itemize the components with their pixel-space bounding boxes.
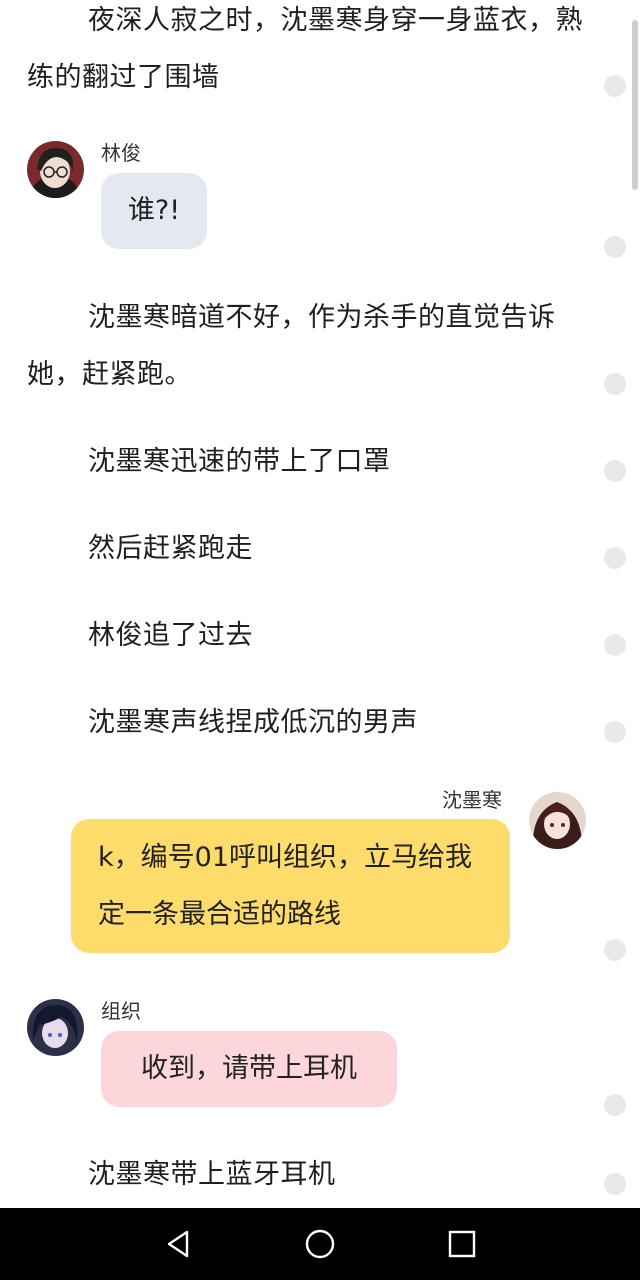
story-paragraph: 林俊追了过去 (88, 620, 253, 651)
comment-dot[interactable] (604, 1173, 626, 1195)
comment-dot[interactable] (604, 236, 626, 258)
story-paragraph: 沈墨寒暗道不好，作为杀手的直觉告诉她，赶紧跑。 (27, 302, 556, 390)
chat-bubble[interactable]: 谁?! (101, 173, 207, 249)
home-icon (305, 1229, 335, 1259)
avatar-linjun[interactable] (27, 141, 84, 198)
avatar-shenmohan[interactable] (529, 792, 586, 849)
recents-icon (448, 1230, 476, 1258)
speaker-name: 组织 (101, 999, 141, 1023)
story-paragraph: 沈墨寒迅速的带上了口罩 (88, 446, 391, 477)
comment-dot[interactable] (604, 460, 626, 482)
story-paragraph: 沈墨寒声线捏成低沉的男声 (88, 707, 418, 738)
speaker-name: 林俊 (101, 141, 141, 165)
comment-dot[interactable] (604, 75, 626, 97)
home-button[interactable] (298, 1222, 342, 1266)
story-reader[interactable]: 夜深人寂之时，沈墨寒身穿一身蓝衣，熟练的翻过了围墙 林俊 谁?! 沈墨寒暗道不好… (0, 0, 640, 1208)
comment-dot[interactable] (604, 721, 626, 743)
comment-dot[interactable] (604, 939, 626, 961)
back-icon (167, 1230, 189, 1258)
system-nav-bar (0, 1208, 640, 1280)
chat-bubble[interactable]: k，编号01呼叫组织，立马给我定一条最合适的路线 (71, 819, 510, 953)
comment-dot[interactable] (604, 373, 626, 395)
story-paragraph: 然后赶紧跑走 (88, 533, 253, 564)
avatar-zuzhi[interactable] (27, 999, 84, 1056)
scrollbar[interactable] (632, 20, 638, 190)
comment-dot[interactable] (604, 634, 626, 656)
story-paragraph: 沈墨寒带上蓝牙耳机 (88, 1159, 336, 1190)
recents-button[interactable] (440, 1222, 484, 1266)
story-paragraph: 夜深人寂之时，沈墨寒身穿一身蓝衣，熟练的翻过了围墙 (27, 5, 583, 93)
chat-bubble[interactable]: 收到，请带上耳机 (101, 1031, 397, 1107)
back-button[interactable] (156, 1222, 200, 1266)
comment-dot[interactable] (604, 547, 626, 569)
speaker-name: 沈墨寒 (442, 788, 502, 812)
comment-dot[interactable] (604, 1094, 626, 1116)
